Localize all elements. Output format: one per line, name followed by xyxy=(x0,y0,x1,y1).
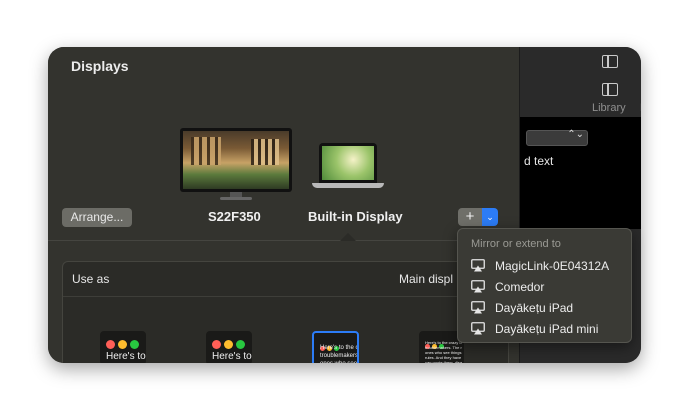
airplay-icon xyxy=(471,301,485,314)
display-s22f350-thumbnail[interactable] xyxy=(180,128,292,192)
divider xyxy=(63,296,508,297)
zoom-dot xyxy=(236,340,245,349)
monitor-foot xyxy=(220,197,252,200)
sample-text: Here's to the c troublemakers. ones who … xyxy=(320,345,359,363)
display-name-s22f350[interactable]: S22F350 xyxy=(208,209,261,224)
menu-item-label: Comedor xyxy=(495,280,545,294)
airplay-icon xyxy=(471,322,485,335)
mirror-extend-menu: Mirror or extend to MagicLink-0E04312A C… xyxy=(457,228,632,343)
minimize-dot xyxy=(118,340,127,349)
wallpaper-image xyxy=(322,146,374,180)
display-name-builtin[interactable]: Built-in Display xyxy=(308,209,403,224)
library-label[interactable]: Library xyxy=(592,102,626,114)
display-settings-panel: Use as Main displ Here's to troublem Her… xyxy=(62,261,509,363)
airplay-icon xyxy=(471,280,485,293)
select-chevron-icon: ⌃⌄ xyxy=(567,129,584,140)
sidebar-toggle-icon[interactable] xyxy=(602,55,618,68)
menu-header: Mirror or extend to xyxy=(471,238,561,250)
style-select[interactable]: ⌃⌄ xyxy=(526,129,588,146)
resolution-option-larger-text[interactable]: Here's to troublem xyxy=(100,331,146,363)
divider xyxy=(48,240,519,241)
laptop-base xyxy=(312,183,384,188)
main-display-option[interactable]: Main displ xyxy=(399,272,453,286)
wallpaper-image xyxy=(183,131,289,189)
close-dot xyxy=(212,340,221,349)
airplay-icon xyxy=(471,259,485,272)
chevron-down-icon[interactable]: ⌄ xyxy=(482,208,498,226)
editor-text-preview: d text xyxy=(524,154,554,168)
resolution-option-2[interactable]: Here's to t troublema ones who xyxy=(206,331,252,363)
sample-text: Here's to troublem xyxy=(106,351,146,362)
page-title: Displays xyxy=(71,58,129,74)
use-as-label: Use as xyxy=(72,272,110,286)
library-icon[interactable] xyxy=(602,83,618,96)
selected-display-indicator xyxy=(340,233,356,241)
close-dot xyxy=(106,340,115,349)
toolbar-label-cut: M xyxy=(640,102,641,114)
displays-pane: Displays S22F350 Built-in Display Arrang… xyxy=(48,47,519,363)
add-display-button[interactable]: + xyxy=(458,208,482,226)
sample-text: Here's to the crazy o troublemakers. The… xyxy=(425,340,463,363)
resolution-option-default[interactable]: Here's to the c troublemakers. ones who … xyxy=(312,331,359,363)
menu-item-label: Dayākeṭu iPad xyxy=(495,301,574,315)
sample-text: Here's to t troublema ones who xyxy=(212,351,252,362)
display-builtin-thumbnail[interactable] xyxy=(319,143,377,183)
minimize-dot xyxy=(224,340,233,349)
zoom-dot xyxy=(130,340,139,349)
arrange-button[interactable]: Arrange... xyxy=(62,208,132,227)
add-display-control[interactable]: + ⌄ xyxy=(458,208,498,226)
menu-item-label: MagicLink-0E04312A xyxy=(495,259,610,273)
menu-item-label: Dayākeṭu iPad mini xyxy=(495,322,599,336)
